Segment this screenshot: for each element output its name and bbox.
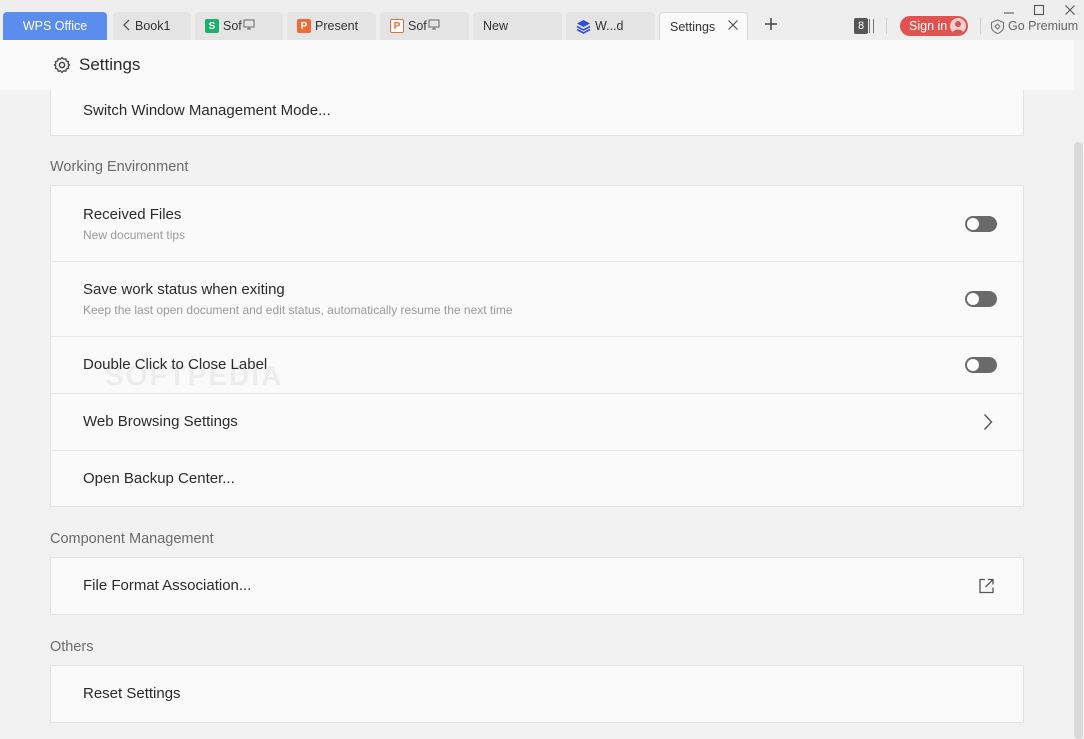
reset-settings-row[interactable]: Reset Settings <box>51 666 1023 722</box>
tab-presentation-2[interactable]: P Sof <box>380 12 469 40</box>
gear-icon <box>53 56 71 74</box>
close-icon[interactable] <box>727 19 739 34</box>
row-label: Reset Settings <box>83 685 181 702</box>
web-browsing-settings-row[interactable]: Web Browsing Settings <box>51 393 1023 450</box>
go-premium-label: Go Premium <box>1008 19 1079 33</box>
open-backup-center-row[interactable]: Open Backup Center... <box>51 450 1023 506</box>
row-label: File Format Association... <box>83 577 252 594</box>
tab-label: W...d <box>595 19 624 33</box>
monitor-icon <box>428 19 440 33</box>
tab-presentation[interactable]: P Present <box>287 12 376 40</box>
maximize-icon[interactable] <box>1033 3 1045 21</box>
section-title-working-environment: Working Environment <box>50 159 189 175</box>
presentation-icon: P <box>297 19 311 33</box>
presentation-outline-icon: P <box>390 19 404 33</box>
tab-label: WPS Office <box>22 19 88 33</box>
scrollbar-thumb[interactable] <box>1074 142 1083 739</box>
section-title-component-management: Component Management <box>50 531 214 547</box>
section-title-others: Others <box>50 639 94 655</box>
page-title: Settings <box>79 55 141 74</box>
tab-wps-office[interactable]: WPS Office <box>3 12 107 40</box>
file-format-association-row[interactable]: File Format Association... <box>51 558 1023 614</box>
tab-settings[interactable]: Settings <box>659 12 748 41</box>
tab-label: Sof <box>408 19 427 33</box>
chevron-right-icon <box>983 413 993 431</box>
tab-label: Sof <box>223 19 242 33</box>
tab-book1[interactable]: Book1 <box>113 12 191 40</box>
tab-label: Present <box>315 19 359 33</box>
window-close-icon[interactable] <box>1064 3 1076 21</box>
row-label: Save work status when exiting <box>83 281 285 298</box>
avatar-icon <box>950 18 966 34</box>
new-tab-button[interactable] <box>764 17 778 36</box>
row-label: Double Click to Close Label <box>83 356 268 373</box>
row-label: Web Browsing Settings <box>83 413 238 430</box>
tab-label: Book1 <box>135 19 171 33</box>
save-work-status-row: Save work status when exiting Keep the l… <box>51 261 1023 336</box>
row-label: Open Backup Center... <box>83 469 235 487</box>
switch-window-mode-row[interactable]: Switch Window Management Mode... <box>51 90 1023 135</box>
received-files-row: Received Files New document tips <box>51 186 1023 261</box>
divider <box>886 18 887 34</box>
spreadsheet-icon: S <box>205 19 219 33</box>
others-card: Reset Settings <box>50 665 1024 723</box>
received-files-toggle[interactable] <box>965 215 997 232</box>
back-arrow-icon[interactable] <box>123 19 130 34</box>
row-description: Keep the last open document and edit sta… <box>83 303 513 317</box>
tab-spreadsheet[interactable]: S Sof <box>195 12 283 40</box>
window-stack-icon <box>869 19 874 33</box>
layers-icon <box>576 19 591 34</box>
tab-new[interactable]: New <box>473 12 562 40</box>
external-link-icon <box>978 578 995 595</box>
sign-in-label: Sign in <box>909 19 948 33</box>
tab-label: New <box>483 19 509 33</box>
tab-label: Settings <box>670 20 716 34</box>
page-header: Settings <box>0 40 1074 90</box>
double-click-close-row: Double Click to Close Label <box>51 336 1023 393</box>
window-mode-card: Switch Window Management Mode... <box>50 90 1024 136</box>
settings-content: Switch Window Management Mode... Working… <box>0 90 1074 739</box>
component-management-card: File Format Association... <box>50 557 1024 615</box>
row-label: Received Files <box>83 205 182 223</box>
monitor-icon <box>243 19 255 33</box>
save-work-status-toggle[interactable] <box>965 291 997 307</box>
double-click-close-toggle[interactable] <box>965 357 997 373</box>
minimize-icon[interactable] <box>1003 3 1015 21</box>
window-counter[interactable]: 8 <box>854 18 874 34</box>
divider <box>980 18 981 34</box>
title-bar: WPS Office Book1 S Sof P Present P Sof N… <box>0 0 1084 41</box>
tab-writer-doc[interactable]: W...d <box>566 12 655 40</box>
row-description: New document tips <box>83 227 186 242</box>
sign-in-button[interactable]: Sign in <box>900 16 968 36</box>
window-count: 8 <box>854 18 868 34</box>
working-environment-card: Received Files New document tips Save wo… <box>50 185 1024 507</box>
row-label: Switch Window Management Mode... <box>83 102 331 119</box>
